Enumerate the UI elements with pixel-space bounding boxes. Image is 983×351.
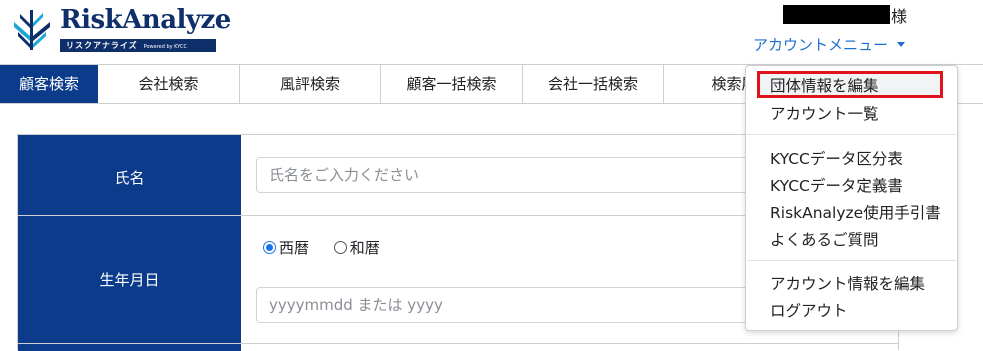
radio-western-era-label: 西暦: [279, 239, 310, 257]
tab-bulk-customer-search[interactable]: 顧客一括検索: [381, 65, 523, 103]
logo-subtitle: リスクアナライズ Powered by KYCC: [60, 39, 216, 52]
tab-company-search[interactable]: 会社検索: [98, 65, 240, 103]
era-radio-group: 西暦 和暦: [263, 237, 400, 258]
logo-powered-by: Powered by KYCC: [143, 44, 188, 50]
menu-item-kycc-data-category[interactable]: KYCCデータ区分表: [770, 147, 903, 169]
menu-divider: [747, 134, 956, 135]
account-menu-toggle[interactable]: アカウントメニュー: [753, 34, 906, 55]
menu-item-account-list[interactable]: アカウント一覧: [770, 102, 879, 124]
radio-western-era[interactable]: [263, 241, 276, 254]
menu-item-user-manual[interactable]: RiskAnalyze使用手引書: [770, 201, 941, 223]
header: RiskAnalyze リスクアナライズ Powered by KYCC 様 アカ…: [0, 0, 983, 64]
logo-title: RiskAnalyze: [60, 5, 231, 35]
user-name-redacted: [783, 5, 890, 24]
menu-divider: [747, 260, 956, 261]
menu-item-faq[interactable]: よくあるご質問: [770, 228, 879, 250]
account-dropdown-menu: 団体情報を編集 アカウント一覧 KYCCデータ区分表 KYCCデータ定義書 Ri…: [745, 65, 958, 331]
account-menu-label: アカウントメニュー: [753, 36, 889, 54]
name-label: 氏名: [114, 169, 145, 187]
birthdate-label: 生年月日: [99, 271, 160, 289]
tab-reputation-search[interactable]: 風評検索: [240, 65, 381, 103]
row-divider: [18, 343, 898, 344]
menu-item-edit-organization[interactable]: 団体情報を編集: [770, 74, 879, 96]
radio-japanese-era-label: 和暦: [349, 239, 380, 257]
radio-japanese-era[interactable]: [333, 241, 347, 254]
menu-item-kycc-data-definition[interactable]: KYCCデータ定義書: [770, 174, 903, 196]
caret-down-icon: [897, 42, 906, 47]
menu-item-edit-account[interactable]: アカウント情報を編集: [770, 272, 925, 294]
logo-mark-icon: [14, 10, 50, 50]
menu-item-logout[interactable]: ログアウト: [770, 299, 848, 321]
logo-sub-katakana: リスクアナライズ: [66, 41, 138, 50]
logo[interactable]: RiskAnalyze リスクアナライズ Powered by KYCC: [10, 5, 231, 56]
user-honorific: 様: [891, 7, 908, 26]
tab-bulk-company-search[interactable]: 会社一括検索: [523, 65, 664, 103]
tab-customer-search[interactable]: 顧客検索: [0, 65, 98, 103]
